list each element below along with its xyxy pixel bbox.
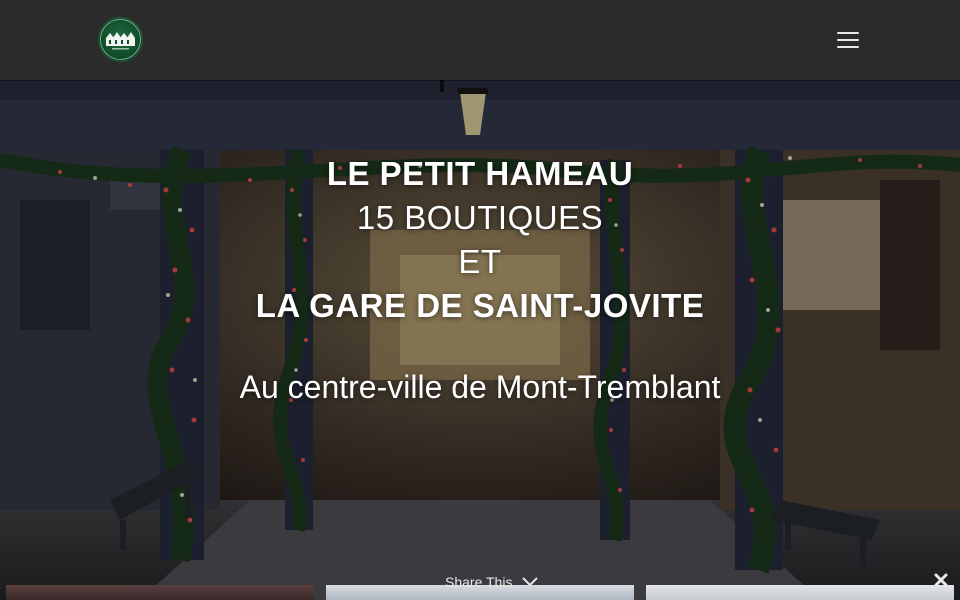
share-this-toggle[interactable]: Share This xyxy=(445,570,539,592)
hero-line-la-gare: LA GARE DE SAINT-JOVITE xyxy=(255,287,705,324)
hero-heading: LE PETIT HAMEAU 15 BOUTIQUES ET LA GARE … xyxy=(0,152,960,409)
hero-line-15-boutiques: 15 BOUTIQUES xyxy=(356,199,604,236)
logo-emblem-icon xyxy=(100,19,141,60)
share-this-label: Share This xyxy=(445,574,513,591)
hamburger-menu-icon[interactable] xyxy=(837,31,859,49)
hero-section: LE PETIT HAMEAU 15 BOUTIQUES ET LA GARE … xyxy=(0,80,960,600)
gallery-thumbnail-1[interactable] xyxy=(6,585,314,600)
hero-tagline: Au centre-ville de Mont-Tremblant xyxy=(239,369,721,405)
site-logo[interactable] xyxy=(98,17,143,62)
hero-line-le-petit-hameau: LE PETIT HAMEAU xyxy=(326,155,634,192)
chevron-down-icon xyxy=(522,577,539,587)
close-icon xyxy=(934,573,948,587)
close-share-button[interactable] xyxy=(933,572,949,588)
gallery-thumbnail-3[interactable] xyxy=(646,585,954,600)
hero-line-et: ET xyxy=(458,243,502,280)
site-header xyxy=(0,0,960,80)
